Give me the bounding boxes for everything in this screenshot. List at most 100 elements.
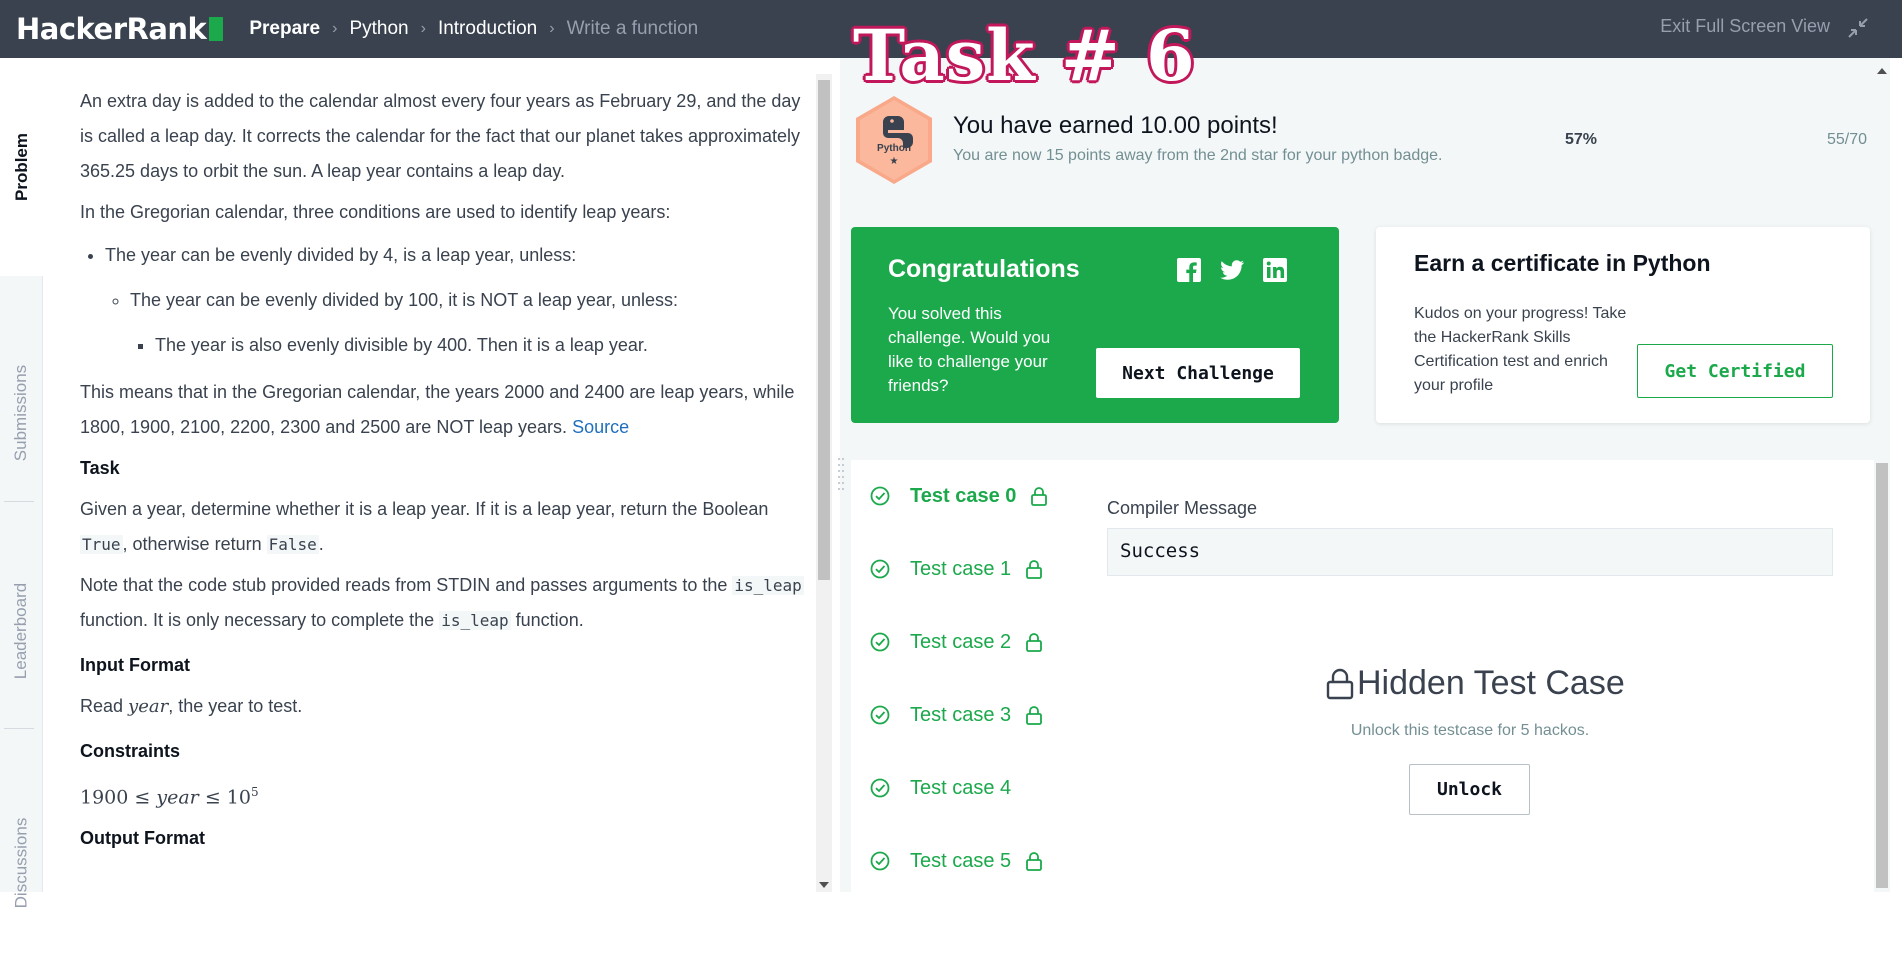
points-away-text: You are now 15 points away from the 2nd … bbox=[953, 147, 1443, 164]
problem-tabs-rail: Problem Submissions Leaderboard Discussi… bbox=[0, 58, 44, 908]
note-text-2: function. It is only necessary to comple… bbox=[80, 610, 435, 630]
leap-rules-subsublist: The year is also evenly divisible by 400… bbox=[155, 328, 810, 363]
congratulations-card: Congratulations You solved this challeng… bbox=[851, 227, 1339, 423]
compiler-message-box: Success bbox=[1107, 528, 1833, 576]
is-leap-code: is_leap bbox=[439, 611, 511, 630]
unlock-button[interactable]: Unlock bbox=[1409, 764, 1530, 815]
hackerrank-logo[interactable]: HackerRank bbox=[16, 12, 224, 46]
breadcrumb-introduction[interactable]: Introduction bbox=[438, 18, 537, 40]
chevron-right-icon: › bbox=[420, 20, 426, 37]
test-case-5[interactable]: Test case 5 bbox=[870, 846, 1043, 876]
constraints-heading: Constraints bbox=[80, 741, 181, 761]
input-format-heading: Input Format bbox=[80, 655, 190, 675]
results-scrollbar[interactable] bbox=[1874, 58, 1890, 892]
breadcrumb-prepare[interactable]: Prepare bbox=[249, 18, 320, 40]
input-text-2: , the year to test. bbox=[168, 696, 303, 716]
task-overlay-title: Task # 6 bbox=[853, 14, 1196, 97]
next-challenge-button[interactable]: Next Challenge bbox=[1096, 348, 1300, 398]
leap-rules-list: The year can be evenly divided by 4, is … bbox=[105, 238, 810, 363]
compiler-message-label: Compiler Message bbox=[1107, 498, 1258, 518]
source-link[interactable]: Source bbox=[572, 417, 629, 437]
results-scrollbar-thumb[interactable] bbox=[1876, 463, 1888, 888]
input-format-text: Read year, the year to test. bbox=[80, 689, 810, 724]
problem-scrollbar[interactable] bbox=[816, 74, 832, 892]
le-symbol: ≤ bbox=[134, 786, 151, 809]
test-case-4[interactable]: Test case 4 bbox=[870, 773, 1011, 803]
breadcrumb-python[interactable]: Python bbox=[349, 18, 408, 40]
tab-submissions[interactable]: Submissions bbox=[0, 318, 43, 508]
hidden-test-case-heading: Hidden Test Case bbox=[1325, 664, 1625, 703]
tab-problem[interactable]: Problem bbox=[0, 58, 44, 276]
list-item: The year is also evenly divisible by 400… bbox=[155, 328, 810, 363]
rule-1: The year can be evenly divided by 4, is … bbox=[105, 245, 577, 265]
lock-icon bbox=[1026, 852, 1043, 871]
input-text-1: Read bbox=[80, 696, 124, 716]
chevron-right-icon: › bbox=[332, 20, 338, 37]
test-case-3[interactable]: Test case 3 bbox=[870, 700, 1043, 730]
exit-full-screen-link[interactable]: Exit Full Screen View bbox=[1660, 16, 1830, 37]
progress-ratio: 55/70 bbox=[1827, 131, 1868, 148]
scroll-down-arrow-icon[interactable] bbox=[819, 882, 829, 888]
collapse-arrows-icon[interactable] bbox=[1846, 16, 1870, 40]
tab-leaderboard[interactable]: Leaderboard bbox=[0, 536, 43, 726]
test-case-label: Test case 0 bbox=[910, 484, 1017, 507]
is-leap-code: is_leap bbox=[732, 576, 804, 595]
points-earned-text: You have earned 10.00 points! bbox=[953, 112, 1278, 139]
task-text: Given a year, determine whether it is a … bbox=[80, 492, 810, 562]
gregorian-intro: In the Gregorian calendar, three conditi… bbox=[80, 202, 671, 222]
hidden-test-case-subtitle: Unlock this testcase for 5 hackos. bbox=[1350, 722, 1590, 739]
true-code: True bbox=[80, 535, 123, 554]
check-circle-icon bbox=[870, 778, 890, 798]
leap-examples: This means that in the Gregorian calenda… bbox=[80, 375, 810, 445]
facebook-icon[interactable] bbox=[1176, 257, 1202, 283]
le-symbol: ≤ bbox=[204, 786, 221, 809]
scroll-up-arrow-icon[interactable] bbox=[1877, 68, 1887, 74]
check-circle-icon bbox=[870, 559, 890, 579]
certificate-message: Kudos on your progress! Take the HackerR… bbox=[1414, 305, 1627, 394]
task-text-1: Given a year, determine whether it is a … bbox=[80, 499, 769, 519]
tab-discussions-label: Discussions bbox=[11, 817, 31, 909]
list-item: The year can be evenly divided by 4, is … bbox=[105, 238, 810, 363]
tab-discussions[interactable]: Discussions bbox=[0, 768, 43, 958]
congratulations-message: You solved this challenge. Would you lik… bbox=[888, 304, 1051, 395]
check-circle-icon bbox=[870, 486, 890, 506]
lock-icon bbox=[1026, 706, 1043, 725]
check-circle-icon bbox=[870, 851, 890, 871]
test-case-2[interactable]: Test case 2 bbox=[870, 627, 1043, 657]
tab-problem-label: Problem bbox=[12, 132, 31, 202]
problem-statement: An extra day is added to the calendar al… bbox=[80, 58, 810, 892]
tab-divider bbox=[4, 501, 34, 502]
constraints-formula: 1900 ≤ year ≤ 105 bbox=[80, 775, 810, 815]
rule-2: The year can be evenly divided by 100, i… bbox=[130, 290, 678, 310]
linkedin-icon[interactable] bbox=[1262, 257, 1288, 283]
progress-percent: 57% bbox=[1565, 131, 1598, 148]
certificate-card: Earn a certificate in Python Kudos on yo… bbox=[1376, 227, 1870, 423]
problem-intro: An extra day is added to the calendar al… bbox=[80, 91, 801, 181]
congratulations-title: Congratulations bbox=[888, 255, 1080, 283]
resize-grip-icon[interactable] bbox=[837, 455, 845, 495]
breadcrumb-current: Write a function bbox=[566, 18, 699, 39]
badge-star-icon: ★ bbox=[889, 156, 899, 167]
lock-icon bbox=[1026, 633, 1043, 652]
certificate-title: Earn a certificate in Python bbox=[1414, 250, 1711, 276]
get-certified-button[interactable]: Get Certified bbox=[1637, 344, 1833, 398]
test-case-label: Test case 4 bbox=[910, 776, 1012, 799]
test-case-1[interactable]: Test case 1 bbox=[870, 554, 1043, 584]
task-heading: Task bbox=[80, 458, 120, 478]
twitter-icon[interactable] bbox=[1219, 257, 1245, 283]
constraint-exponent: 5 bbox=[250, 785, 259, 799]
leap-rules-sublist: The year can be evenly divided by 100, i… bbox=[130, 283, 810, 363]
test-case-0[interactable]: Test case 0 bbox=[870, 481, 1048, 511]
list-item: The year can be evenly divided by 100, i… bbox=[130, 283, 810, 363]
breadcrumb: Prepare › Python › Introduction › Write … bbox=[249, 18, 698, 40]
logo-text: HackerRank bbox=[16, 12, 207, 46]
badge-label: Python bbox=[877, 143, 911, 154]
note-text-1: Note that the code stub provided reads f… bbox=[80, 575, 728, 595]
lock-icon bbox=[1026, 560, 1043, 579]
task-text-3: . bbox=[318, 534, 324, 554]
check-circle-icon bbox=[870, 705, 890, 725]
test-case-label: Test case 1 bbox=[910, 557, 1012, 580]
task-text-2: , otherwise return bbox=[122, 534, 262, 554]
problem-scrollbar-thumb[interactable] bbox=[818, 80, 830, 580]
python-badge-icon bbox=[856, 96, 932, 184]
